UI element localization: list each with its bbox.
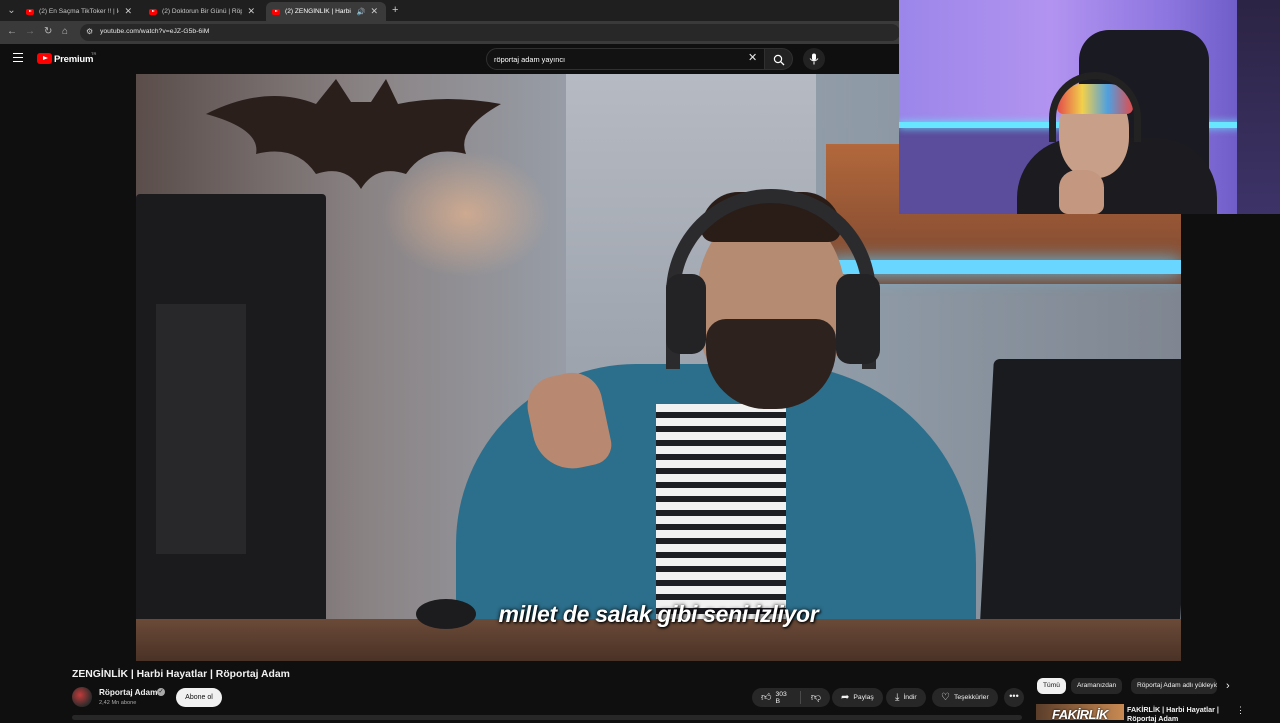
new-tab-button[interactable]: + bbox=[392, 4, 398, 16]
site-info-icon[interactable]: ⚙ bbox=[86, 27, 93, 36]
search-button[interactable] bbox=[765, 48, 793, 70]
tab-close-icon[interactable]: ✕ bbox=[124, 6, 132, 17]
back-icon[interactable]: ← bbox=[7, 26, 17, 38]
mic-icon bbox=[809, 53, 819, 65]
clear-search-icon[interactable]: ✕ bbox=[748, 52, 757, 64]
chip-from-search[interactable]: Aramanızdan bbox=[1071, 678, 1123, 694]
tab-title: (2) ZENGİNLİK | Harbi Hayat bbox=[285, 8, 352, 15]
country-code: TR bbox=[91, 51, 97, 56]
kebab-menu-icon[interactable]: ⋮ bbox=[1236, 705, 1245, 716]
chip-from-uploader[interactable]: Röportaj Adam adlı yükleyiciden bbox=[1131, 678, 1217, 694]
shelf bbox=[1237, 0, 1280, 214]
subscribe-button[interactable]: Abone ol bbox=[176, 688, 222, 707]
tab-search-menu-icon[interactable]: ⌄ bbox=[5, 4, 18, 17]
audio-playing-icon[interactable]: 🔊 bbox=[357, 8, 366, 16]
thanks-icon: ♡ bbox=[941, 691, 950, 703]
youtube-header: Premium TR röportaj adam yayıncı ✕ bbox=[0, 44, 900, 74]
share-button[interactable]: ➦ Paylaş bbox=[832, 688, 883, 707]
share-label: Paylaş bbox=[853, 694, 874, 701]
voice-search-button[interactable] bbox=[803, 48, 825, 70]
video-subtitle: millet de salak gibi seni izliyor bbox=[498, 601, 819, 627]
like-dislike-group: 👍︎ 303 B 👎︎ bbox=[752, 688, 830, 707]
youtube-favicon-icon bbox=[272, 8, 280, 15]
tab-close-icon[interactable]: ✕ bbox=[247, 6, 255, 17]
recommended-thumbnail[interactable]: FAKİRLİK bbox=[1036, 704, 1124, 720]
streamer-hand bbox=[1059, 170, 1104, 214]
like-divider bbox=[800, 691, 801, 704]
reload-icon[interactable]: ↻ bbox=[44, 26, 52, 38]
headset-cup-right bbox=[836, 274, 880, 364]
share-icon: ➦ bbox=[841, 691, 850, 703]
youtube-favicon-icon bbox=[26, 8, 34, 15]
chevron-right-icon[interactable]: › bbox=[1226, 680, 1230, 692]
dislike-icon[interactable]: 👎︎ bbox=[811, 692, 821, 703]
home-icon[interactable]: ⌂ bbox=[62, 26, 68, 38]
recommended-title[interactable]: FAKİRLİK | Harbi Hayatlar | Röportaj Ada… bbox=[1127, 705, 1227, 723]
tab-title: (2) En Saçma TikToker !! | İçerik bbox=[39, 8, 119, 15]
menu-icon[interactable] bbox=[13, 53, 23, 64]
youtube-premium-logo[interactable]: Premium bbox=[54, 54, 93, 65]
thumbnail-text: FAKİRLİK bbox=[1052, 707, 1108, 720]
batman-lamp-image bbox=[206, 79, 501, 189]
tab-title: (2) Doktorun Bir Günü | Röportaj bbox=[162, 8, 243, 15]
description-box-edge bbox=[72, 715, 1022, 720]
chip-all[interactable]: Tümü bbox=[1037, 678, 1066, 694]
striped-shirt bbox=[656, 404, 786, 634]
browser-tab-2[interactable]: (2) Doktorun Bir Günü | Röportaj ✕ bbox=[143, 2, 263, 21]
led-strip bbox=[826, 260, 1181, 274]
verified-icon: ✓ bbox=[157, 688, 165, 696]
monitor-stand bbox=[156, 304, 246, 554]
thanks-button[interactable]: ♡ Teşekkürler bbox=[932, 688, 998, 707]
search-query: röportaj adam yayıncı bbox=[494, 55, 566, 64]
forward-icon[interactable]: → bbox=[25, 26, 35, 38]
streamer-webcam bbox=[899, 0, 1280, 214]
subscriber-count: 2,42 Mn abone bbox=[99, 700, 137, 706]
browser-tab-1[interactable]: (2) En Saçma TikToker !! | İçerik ✕ bbox=[20, 2, 140, 21]
browser-tab-3-active[interactable]: (2) ZENGİNLİK | Harbi Hayat 🔊 ✕ bbox=[266, 2, 386, 21]
url-text: youtube.com/watch?v=eJZ-G5b-6iM bbox=[100, 28, 210, 35]
thanks-label: Teşekkürler bbox=[953, 694, 989, 701]
download-label: İndir bbox=[903, 694, 917, 701]
channel-avatar[interactable] bbox=[72, 687, 92, 707]
youtube-logo-icon[interactable] bbox=[37, 53, 52, 64]
video-title: ZENGİNLİK | Harbi Hayatlar | Röportaj Ad… bbox=[72, 669, 290, 680]
search-icon bbox=[773, 54, 785, 66]
like-icon[interactable]: 👍︎ bbox=[761, 692, 771, 703]
like-count[interactable]: 303 B bbox=[775, 691, 790, 705]
more-actions-button[interactable]: ••• bbox=[1004, 688, 1024, 707]
headset-cup-left bbox=[666, 274, 706, 354]
youtube-favicon-icon bbox=[149, 8, 157, 15]
download-icon: ⤓ bbox=[895, 691, 900, 703]
tab-close-icon[interactable]: ✕ bbox=[370, 6, 378, 17]
channel-name[interactable]: Röportaj Adam bbox=[99, 688, 157, 697]
download-button[interactable]: ⤓ İndir bbox=[886, 688, 926, 707]
